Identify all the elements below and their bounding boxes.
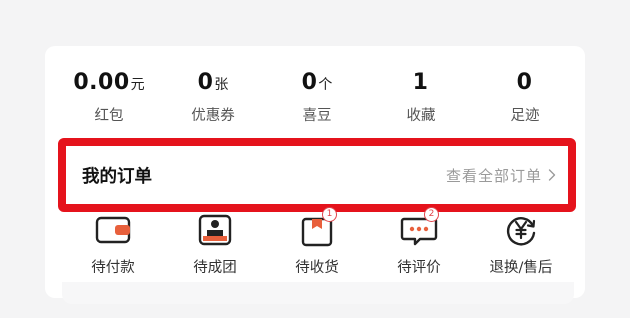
stat-value: 0 [517, 70, 534, 102]
order-label: 待收货 [295, 260, 339, 276]
stat-coupons[interactable]: 0 张 优惠券 [161, 70, 265, 130]
stat-favorites[interactable]: 1 收藏 [369, 70, 473, 130]
order-refund-aftersale[interactable]: 退换/售后 [470, 212, 572, 278]
wallet-icon [95, 216, 131, 244]
order-label: 待付款 [91, 260, 135, 276]
view-all-orders-link[interactable]: 查看全部订单 [446, 165, 556, 186]
stat-number: 0 [301, 70, 318, 95]
order-badge: 2 [424, 207, 439, 222]
stat-xidou[interactable]: 0 个 喜豆 [265, 70, 369, 130]
order-label: 待成团 [193, 260, 237, 276]
stat-label: 喜豆 [302, 108, 332, 124]
icon-box [195, 212, 235, 248]
stat-red-packet[interactable]: 0.00 元 红包 [57, 70, 161, 130]
stat-label: 足迹 [510, 108, 540, 124]
yen-refund-icon [506, 217, 536, 246]
order-label: 退换/售后 [489, 260, 553, 276]
icon-box: 2 [399, 207, 439, 248]
stat-unit: 元 [130, 77, 145, 93]
icon-box [93, 212, 133, 248]
icon-box: 1 [297, 207, 337, 248]
stat-label: 优惠券 [191, 108, 235, 124]
stat-label: 收藏 [406, 108, 436, 124]
order-pending-group[interactable]: 待成团 [164, 212, 266, 278]
chevron-right-icon [548, 169, 556, 181]
order-status-row: 待付款 待成团 1 待收货 2 待评价 退换/售后 [62, 207, 572, 278]
card-bottom-strip [62, 282, 574, 304]
stat-number: 0 [516, 70, 533, 95]
stat-value: 0 个 [302, 70, 333, 102]
view-all-label: 查看全部订单 [445, 166, 542, 185]
stat-number: 1 [412, 70, 429, 95]
icon-box [501, 212, 541, 248]
order-pending-review[interactable]: 2 待评价 [368, 207, 470, 278]
order-pending-receipt[interactable]: 1 待收货 [266, 207, 368, 278]
order-badge: 1 [322, 207, 337, 222]
stat-number: 0 [197, 70, 214, 95]
order-pending-payment[interactable]: 待付款 [62, 212, 164, 278]
stat-number: 0.00 [73, 70, 130, 95]
stat-unit: 个 [318, 77, 333, 93]
stat-value: 0.00 元 [73, 70, 144, 102]
order-label: 待评价 [397, 260, 441, 276]
stat-unit: 张 [214, 77, 229, 93]
orders-title: 我的订单 [82, 166, 152, 187]
stat-label: 红包 [94, 108, 124, 124]
orders-header: 我的订单 查看全部订单 [66, 146, 568, 204]
stat-value: 1 [413, 70, 430, 102]
stat-footprints[interactable]: 0 足迹 [473, 70, 577, 130]
stat-value: 0 张 [198, 70, 229, 102]
group-icon [198, 214, 232, 246]
account-stats: 0.00 元 红包 0 张 优惠券 0 个 喜豆 1 收藏 0 足迹 [57, 70, 577, 130]
